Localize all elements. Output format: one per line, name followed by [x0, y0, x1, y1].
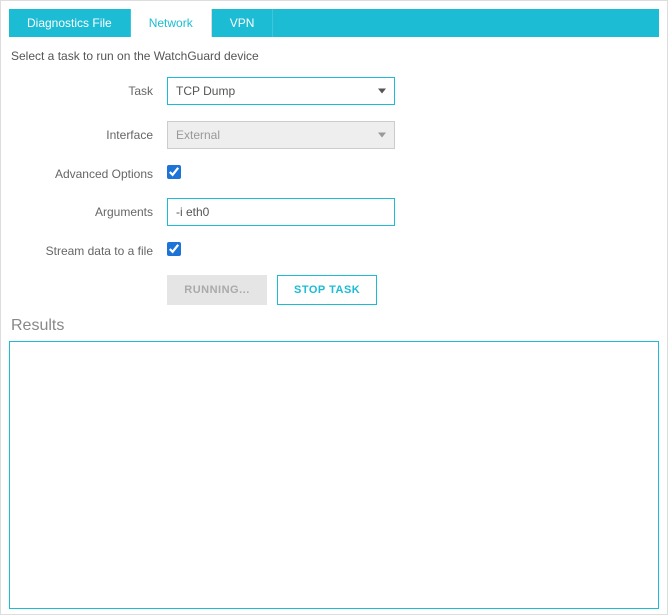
tab-bar: Diagnostics File Network VPN [9, 9, 659, 37]
task-label: Task [9, 84, 167, 98]
results-textarea[interactable] [9, 341, 659, 609]
advanced-options-label: Advanced Options [9, 167, 167, 181]
tab-diagnostics-file[interactable]: Diagnostics File [9, 9, 131, 37]
task-select-value: TCP Dump [176, 84, 235, 98]
results-container [9, 341, 659, 612]
stream-data-label: Stream data to a file [9, 244, 167, 258]
results-label: Results [11, 317, 659, 335]
row-advanced-options: Advanced Options [9, 165, 659, 182]
row-arguments: Arguments [9, 198, 659, 226]
interface-label: Interface [9, 128, 167, 142]
chevron-down-icon [378, 89, 386, 94]
interface-select: External [167, 121, 395, 149]
arguments-input[interactable] [167, 198, 395, 226]
tab-network[interactable]: Network [131, 9, 212, 37]
row-interface: Interface External [9, 121, 659, 149]
interface-select-value: External [176, 128, 220, 142]
row-stream-data: Stream data to a file [9, 242, 659, 259]
stream-data-checkbox[interactable] [167, 242, 181, 256]
advanced-options-checkbox[interactable] [167, 165, 181, 179]
task-select[interactable]: TCP Dump [167, 77, 395, 105]
row-task: Task TCP Dump [9, 77, 659, 105]
chevron-down-icon [378, 133, 386, 138]
tab-vpn[interactable]: VPN [212, 9, 274, 37]
instruction-text: Select a task to run on the WatchGuard d… [11, 49, 659, 63]
running-button: RUNNING... [167, 275, 267, 305]
button-row: RUNNING... STOP TASK [167, 275, 659, 305]
stop-task-button[interactable]: STOP TASK [277, 275, 377, 305]
arguments-label: Arguments [9, 205, 167, 219]
